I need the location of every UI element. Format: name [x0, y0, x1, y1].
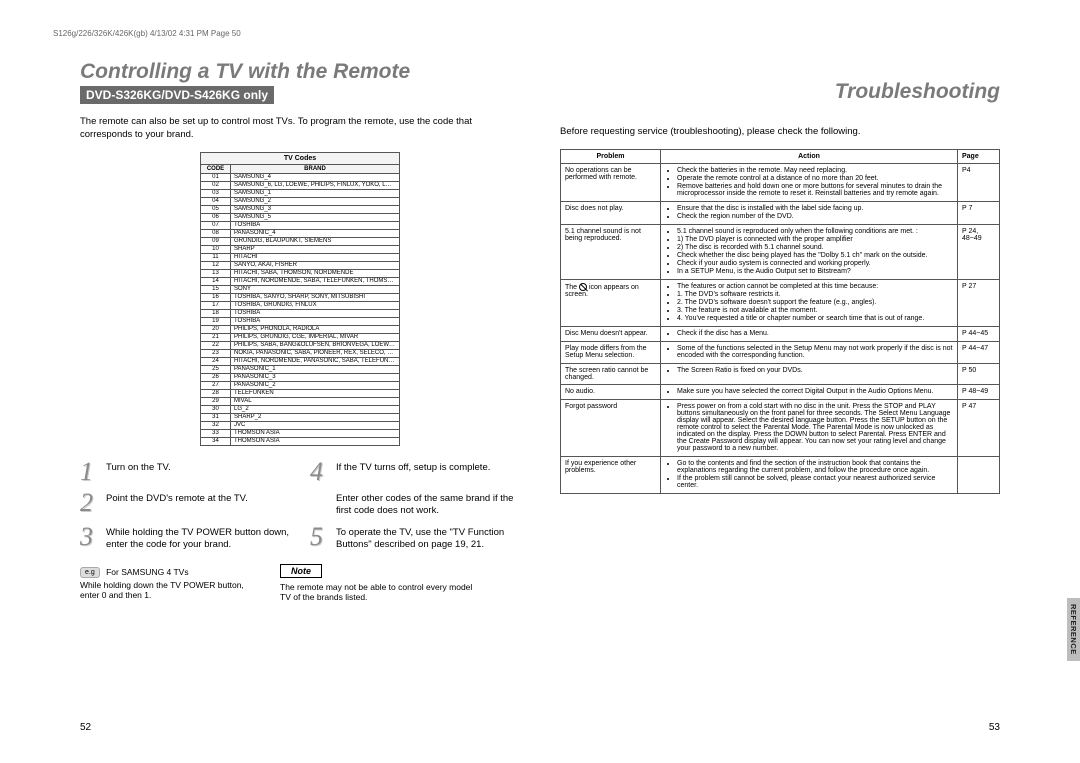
table-row: 24HITACHI, NORDMENDE, PANASONIC, SABA, T… [201, 357, 400, 365]
table-row: 19TOSHIBA [201, 317, 400, 325]
step: Enter other codes of the same brand if t… [310, 491, 520, 517]
troubleshooting-table: Problem Action Page No operations can be… [560, 149, 1000, 494]
step-text: While holding the TV POWER button down, … [106, 525, 290, 551]
right-page: Troubleshooting Before requesting servic… [560, 60, 1000, 733]
code-header: CODE [201, 164, 231, 173]
table-row: 26PANASONIC_3 [201, 373, 400, 381]
page-title-right: Troubleshooting [560, 80, 1000, 104]
table-row: 15SONY [201, 285, 400, 293]
step-number: 4 [310, 460, 336, 483]
step-text: Turn on the TV. [106, 460, 171, 474]
table-row: 07TOSHIBA [201, 221, 400, 229]
table-row: If you experience other problems.Go to t… [561, 456, 1000, 493]
brand-header: BRAND [231, 164, 400, 173]
step: 2Point the DVD's remote at the TV. [80, 491, 290, 517]
model-subtitle: DVD-S326KG/DVD-S426KG only [80, 86, 274, 104]
table-row: 05SAMSUNG_3 [201, 205, 400, 213]
step-number: 1 [80, 460, 106, 483]
table-row: 03SAMSUNG_1 [201, 189, 400, 197]
table-row: 28TELEFUNKEN [201, 389, 400, 397]
table-row: The icon appears on screen.The features … [561, 279, 1000, 326]
table-row: Disc does not play.Ensure that the disc … [561, 201, 1000, 224]
table-row: 17TOSHIBA, GRUNDIG, FINLUX [201, 301, 400, 309]
eg-badge: e.g [80, 567, 100, 578]
table-row: 04SAMSUNG_2 [201, 197, 400, 205]
table-row: 20PHILIPS, PHONOLA, RADIOLA [201, 325, 400, 333]
table-row: Disc Menu doesn't appear.Check if the di… [561, 326, 1000, 341]
intro-text-right: Before requesting service (troubleshooti… [560, 126, 1000, 139]
step-text: If the TV turns off, setup is complete. [336, 460, 490, 474]
table-row: 06SAMSUNG_5 [201, 213, 400, 221]
table-row: 23NOKIA, PANASONIC, SABA, PIONEER, REX, … [201, 349, 400, 357]
table-row: No audio.Make sure you have selected the… [561, 384, 1000, 399]
page-title-left: Controlling a TV with the Remote [80, 60, 520, 84]
table-row: No operations can be performed with remo… [561, 163, 1000, 201]
table-row: 29MIVAL [201, 397, 400, 405]
table-row: 33THOMSON ASIA [201, 429, 400, 437]
file-header: S126g/226/326K/426K(gb) 4/13/02 4:31 PM … [53, 29, 241, 38]
table-row: Play mode differs from the Setup Menu se… [561, 341, 1000, 363]
step: 5To operate the TV, use the "TV Function… [310, 525, 520, 551]
table-row: 18TOSHIBA [201, 309, 400, 317]
tv-codes-table: TV Codes CODE BRAND 01SAMSUNG_402SAMSUNG… [200, 152, 400, 446]
table-row: 12SANYO, AKAI, FISHER [201, 261, 400, 269]
note-badge: Note [280, 564, 322, 578]
table-row: 09GRUNDIG, BLAUPUNKT, SIEMENS [201, 237, 400, 245]
step: 4If the TV turns off, setup is complete. [310, 460, 520, 483]
step-text: Point the DVD's remote at the TV. [106, 491, 248, 505]
step-text: To operate the TV, use the "TV Function … [336, 525, 520, 551]
page-number-left: 52 [80, 722, 91, 733]
eg-text: For SAMSUNG 4 TVs [106, 567, 189, 577]
table-row: 5.1 channel sound is not being reproduce… [561, 224, 1000, 279]
step: 1Turn on the TV. [80, 460, 290, 483]
table-row: 32JVC [201, 421, 400, 429]
table-row: 31SHARP_2 [201, 413, 400, 421]
col-problem: Problem [561, 149, 661, 163]
steps: 1Turn on the TV. 4If the TV turns off, se… [80, 460, 520, 559]
table-row: 34THOMSON ASIA [201, 437, 400, 445]
step: 3While holding the TV POWER button down,… [80, 525, 290, 551]
step-number: 5 [310, 525, 336, 548]
note-text: The remote may not be able to control ev… [280, 582, 480, 603]
table-row: 02SAMSUNG_6, LG, LOEWE, PHILIPS, FINLUX,… [201, 181, 400, 189]
step-number: 3 [80, 525, 106, 548]
table-row: 27PANASONIC_2 [201, 381, 400, 389]
table-row: 25PANASONIC_1 [201, 365, 400, 373]
left-page: Controlling a TV with the Remote DVD-S32… [80, 60, 520, 733]
prohibit-icon [579, 283, 587, 291]
intro-text-left: The remote can also be set up to control… [80, 116, 520, 142]
table-row: 01SAMSUNG_4 [201, 173, 400, 181]
eg-sub: While holding down the TV POWER button, … [80, 580, 260, 600]
example-line: e.g For SAMSUNG 4 TVs [80, 567, 260, 578]
table-row: The screen ratio cannot be changed.The S… [561, 363, 1000, 384]
table-row: 16TOSHIBA, SANYO, SHARP, SONY, MITSUBISH… [201, 293, 400, 301]
table-row: 22PHILIPS, SABA, BANG&OLUFSEN, BRIONVEGA… [201, 341, 400, 349]
page-number-right: 53 [989, 722, 1000, 733]
table-row: 13HITACHI, SABA, THOMSON, NORDMENDE [201, 269, 400, 277]
table-row: 11HITACHI [201, 253, 400, 261]
table-row: 08PANASONIC_4 [201, 229, 400, 237]
table-row: 21PHILIPS, GRUNDIG, CGE, IMPERIAL, MIVAR [201, 333, 400, 341]
table-row: Forgot passwordPress power on from a col… [561, 399, 1000, 456]
col-page: Page [958, 149, 1000, 163]
tv-codes-title: TV Codes [201, 152, 400, 164]
side-tab-reference: REFERENCE [1067, 598, 1080, 661]
table-row: 14HITACHI, NORDMENDE, SABA, TELEFUNKEN, … [201, 277, 400, 285]
col-action: Action [661, 149, 958, 163]
step-number: 2 [80, 491, 106, 514]
table-row: 10SHARP [201, 245, 400, 253]
table-row: 30LG_2 [201, 405, 400, 413]
step-text: Enter other codes of the same brand if t… [336, 491, 520, 517]
